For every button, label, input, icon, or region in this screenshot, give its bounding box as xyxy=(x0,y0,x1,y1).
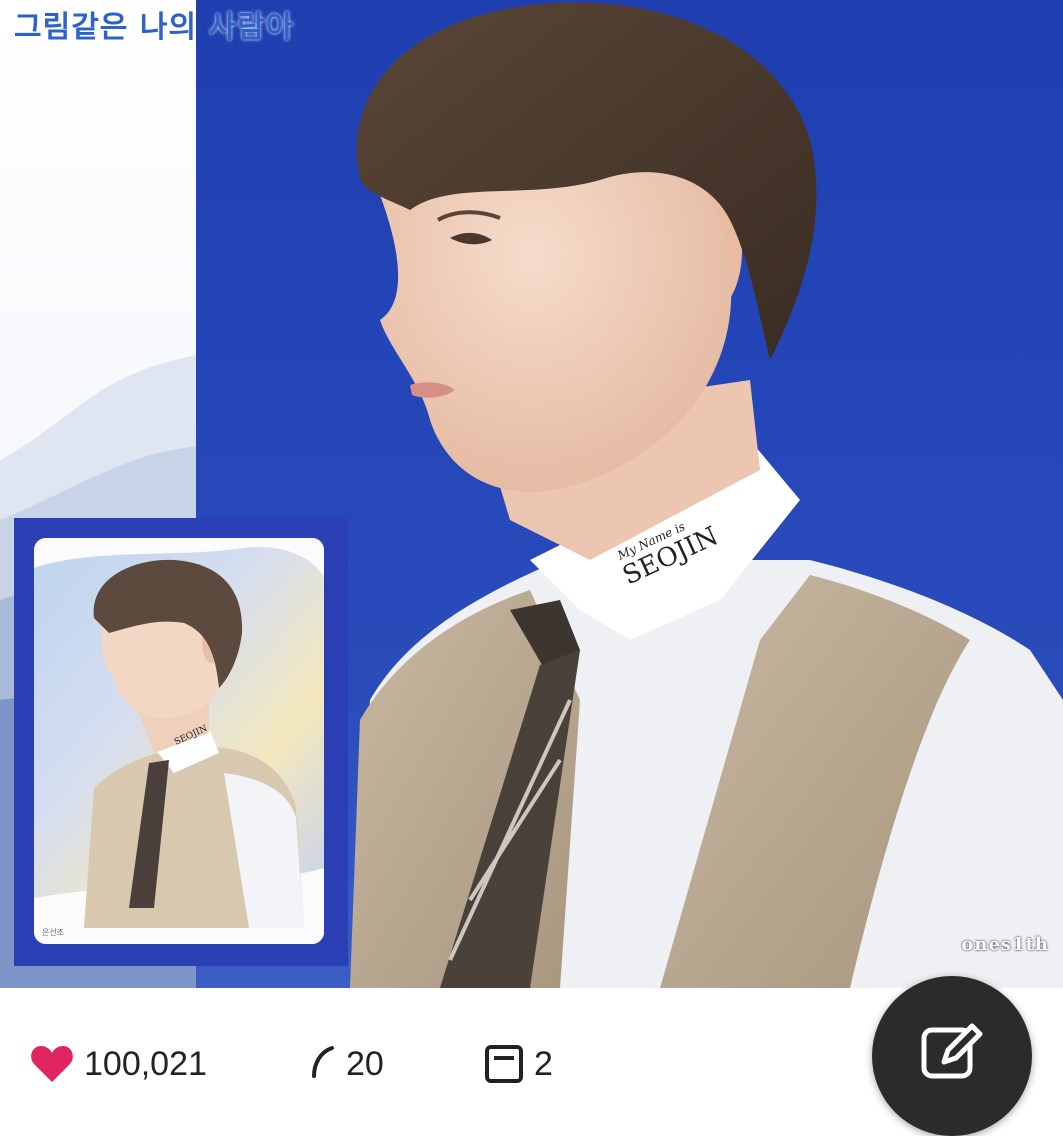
watermark: ones1th xyxy=(961,934,1049,955)
caption-overlay: 그림같은 나의 사람아 xyxy=(14,10,295,45)
photocard-frame: SEOJIN 은선조 xyxy=(14,518,348,966)
like-count: 100,021 xyxy=(84,1044,207,1083)
save-count: 2 xyxy=(534,1044,553,1083)
comment-count: 20 xyxy=(346,1044,384,1083)
document-icon xyxy=(484,1044,524,1084)
portrait-photo: My Name is SEOJIN xyxy=(350,2,1063,988)
watercolor-portrait: SEOJIN xyxy=(34,538,324,944)
post-image[interactable]: 그림같은 나의 사람아 My Name is SEOJIN ones1th SE… xyxy=(0,0,1063,988)
photocard: SEOJIN 은선조 xyxy=(34,538,324,944)
card-signature: 은선조 xyxy=(42,928,65,937)
edit-button[interactable] xyxy=(872,976,1032,1136)
heart-icon xyxy=(30,1044,74,1084)
edit-icon xyxy=(920,1020,984,1084)
comment-button[interactable]: 20 xyxy=(310,1044,384,1084)
like-button[interactable]: 100,021 xyxy=(30,1044,207,1084)
comment-icon xyxy=(310,1044,336,1084)
save-button[interactable]: 2 xyxy=(484,1044,553,1084)
